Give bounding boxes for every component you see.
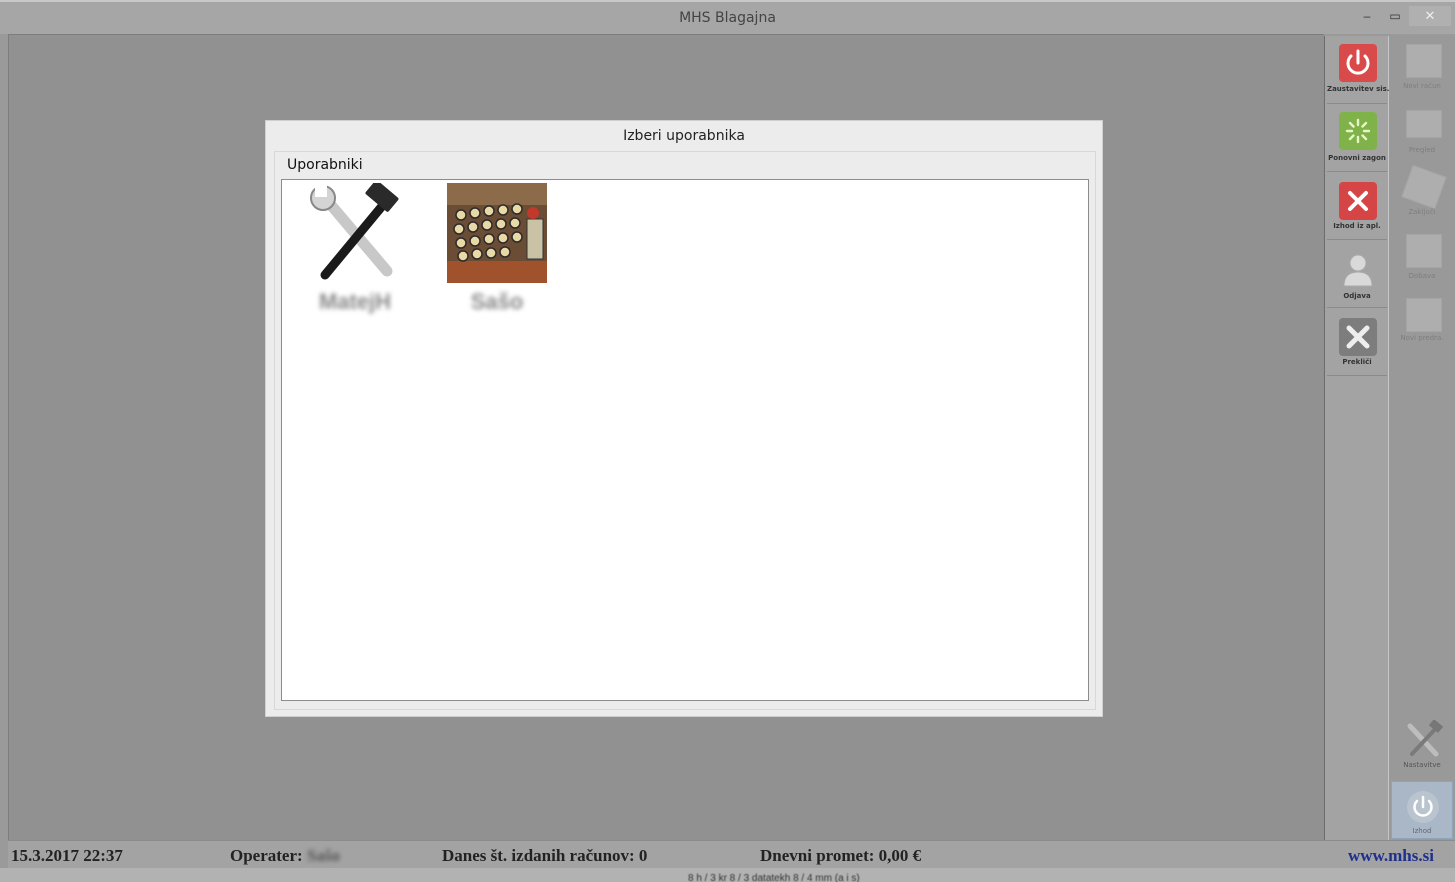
restart-icon <box>1339 112 1377 150</box>
operator-label: Operater: <box>230 846 303 865</box>
window-titlebar: MHS Blagajna – ▭ ✕ <box>0 0 1455 34</box>
footer-text: 8 h / 3 kr 8 / 3 datatekh 8 / 4 mm (a i … <box>688 873 860 882</box>
close-day-icon <box>1401 164 1447 210</box>
user-logout-icon <box>1339 250 1377 288</box>
primary-toolbar: Zaustavitev sis. Ponovni zagon Izhod iz … <box>1324 36 1389 840</box>
settings-label: Nastavitve <box>1403 761 1441 769</box>
user-list: MatejH Sašo <box>281 179 1089 701</box>
close-day-button[interactable]: Zaključi <box>1392 164 1452 228</box>
new-proforma-button[interactable]: Novi predra. <box>1392 294 1452 354</box>
cash-register-photo-icon <box>447 183 547 283</box>
settings-tools-icon <box>1404 719 1444 760</box>
delivery-label: Dobava <box>1408 272 1436 280</box>
users-group-label: Uporabniki <box>285 157 365 173</box>
exit-button[interactable]: Izhod <box>1391 781 1453 839</box>
exit-application-label: Izhod iz apl. <box>1333 222 1381 230</box>
tools-wrench-hammer-icon <box>305 180 405 283</box>
overview-button[interactable]: Pregled <box>1392 106 1452 166</box>
exit-application-button[interactable]: Izhod iz apl. <box>1327 174 1387 240</box>
shutdown-system-label: Zaustavitev sis. <box>1327 85 1390 93</box>
exit-label: Izhod <box>1412 827 1432 835</box>
user-tile-matejh[interactable]: MatejH <box>300 180 410 314</box>
status-datetime: 15.3.2017 22:37 <box>11 846 123 865</box>
new-proforma-icon <box>1406 298 1442 332</box>
user-name-saso: Sašo <box>470 289 524 314</box>
close-window-button[interactable]: ✕ <box>1409 6 1451 26</box>
cancel-label: Prekliči <box>1342 358 1372 366</box>
new-invoice-label: Novi račun <box>1403 82 1441 90</box>
power-icon <box>1339 44 1377 82</box>
shutdown-system-button[interactable]: Zaustavitev sis. <box>1327 38 1390 104</box>
new-invoice-icon <box>1406 44 1442 78</box>
restart-button[interactable]: Ponovni zagon <box>1327 106 1387 172</box>
settings-button[interactable]: Nastavitve <box>1392 719 1452 780</box>
status-bar: 15.3.2017 22:37 Operater: Sašo Danes št.… <box>8 840 1455 868</box>
new-invoice-button[interactable]: Novi račun <box>1392 42 1452 102</box>
new-proforma-label: Novi predra. <box>1400 334 1444 342</box>
users-groupbox: Uporabniki MatejH Sašo <box>274 151 1096 710</box>
delivery-icon <box>1406 234 1442 268</box>
restart-label: Ponovni zagon <box>1328 154 1386 162</box>
cancel-button[interactable]: Prekliči <box>1327 310 1387 376</box>
logout-button[interactable]: Odjava <box>1327 242 1387 308</box>
website-link[interactable]: www.mhs.si <box>1348 846 1434 866</box>
window-title: MHS Blagajna <box>679 10 776 26</box>
minimize-button[interactable]: – <box>1356 6 1378 26</box>
bottom-strip: 8 h / 3 kr 8 / 3 datatekh 8 / 4 mm (a i … <box>0 868 1455 882</box>
maximize-button[interactable]: ▭ <box>1384 6 1406 26</box>
close-day-label: Zaključi <box>1408 208 1436 216</box>
status-daily-turnover: Dnevni promet: 0,00 € <box>760 846 922 865</box>
user-tile-saso[interactable]: Sašo <box>442 183 552 314</box>
status-invoice-count: Danes št. izdanih računov: 0 <box>442 846 648 865</box>
overview-icon <box>1406 110 1442 138</box>
overview-label: Pregled <box>1408 146 1436 154</box>
dialog-title: Izberi uporabnika <box>623 128 745 144</box>
exit-power-icon <box>1404 788 1442 826</box>
user-name-matejh: MatejH <box>318 289 392 314</box>
cancel-x-icon <box>1339 318 1377 356</box>
delivery-button[interactable]: Dobava <box>1392 232 1452 292</box>
exit-x-icon <box>1339 182 1377 220</box>
logout-label: Odjava <box>1343 292 1371 300</box>
select-user-dialog: Izberi uporabnika Uporabniki MatejH Sašo <box>265 120 1103 717</box>
operator-value: Sašo <box>306 846 341 865</box>
status-operator: Operater: Sašo <box>230 846 340 866</box>
secondary-toolbar: Novi račun Pregled Zaključi Dobava Novi … <box>1390 36 1455 840</box>
